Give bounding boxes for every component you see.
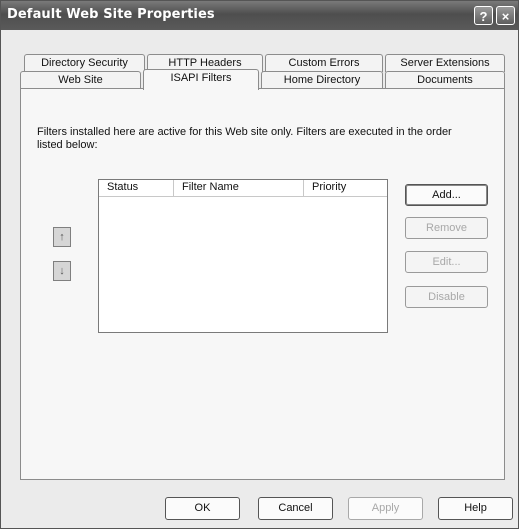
tab-custom-errors[interactable]: Custom Errors <box>265 54 383 72</box>
help-icon[interactable]: ? <box>474 6 493 25</box>
tab-home-directory[interactable]: Home Directory <box>261 71 383 89</box>
window-title: Default Web Site Properties <box>7 7 215 22</box>
ok-button[interactable]: OK <box>165 497 240 520</box>
move-down-icon[interactable]: ↓ <box>53 261 71 281</box>
column-header-filter-name[interactable]: Filter Name <box>174 180 304 196</box>
edit-button[interactable]: Edit... <box>405 251 488 273</box>
filters-listview[interactable]: Status Filter Name Priority <box>98 179 388 333</box>
title-bar[interactable]: Default Web Site Properties ? × <box>1 1 518 30</box>
disable-button[interactable]: Disable <box>405 286 488 308</box>
add-button[interactable]: Add... <box>405 184 488 206</box>
help-button[interactable]: Help <box>438 497 513 520</box>
close-icon[interactable]: × <box>496 6 515 25</box>
tab-documents[interactable]: Documents <box>385 71 505 89</box>
cancel-button[interactable]: Cancel <box>258 497 333 520</box>
tab-web-site[interactable]: Web Site <box>20 71 141 89</box>
column-header-status[interactable]: Status <box>99 180 174 196</box>
tab-server-extensions[interactable]: Server Extensions <box>385 54 505 72</box>
list-header: Status Filter Name Priority <box>99 180 387 197</box>
column-header-priority[interactable]: Priority <box>304 180 387 196</box>
tab-isapi-filters[interactable]: ISAPI Filters <box>143 69 259 90</box>
properties-dialog: Default Web Site Properties ? × Director… <box>0 0 519 529</box>
description-text: Filters installed here are active for th… <box>37 126 452 151</box>
move-up-icon[interactable]: ↑ <box>53 227 71 247</box>
remove-button[interactable]: Remove <box>405 217 488 239</box>
tab-directory-security[interactable]: Directory Security <box>24 54 145 72</box>
apply-button[interactable]: Apply <box>348 497 423 520</box>
